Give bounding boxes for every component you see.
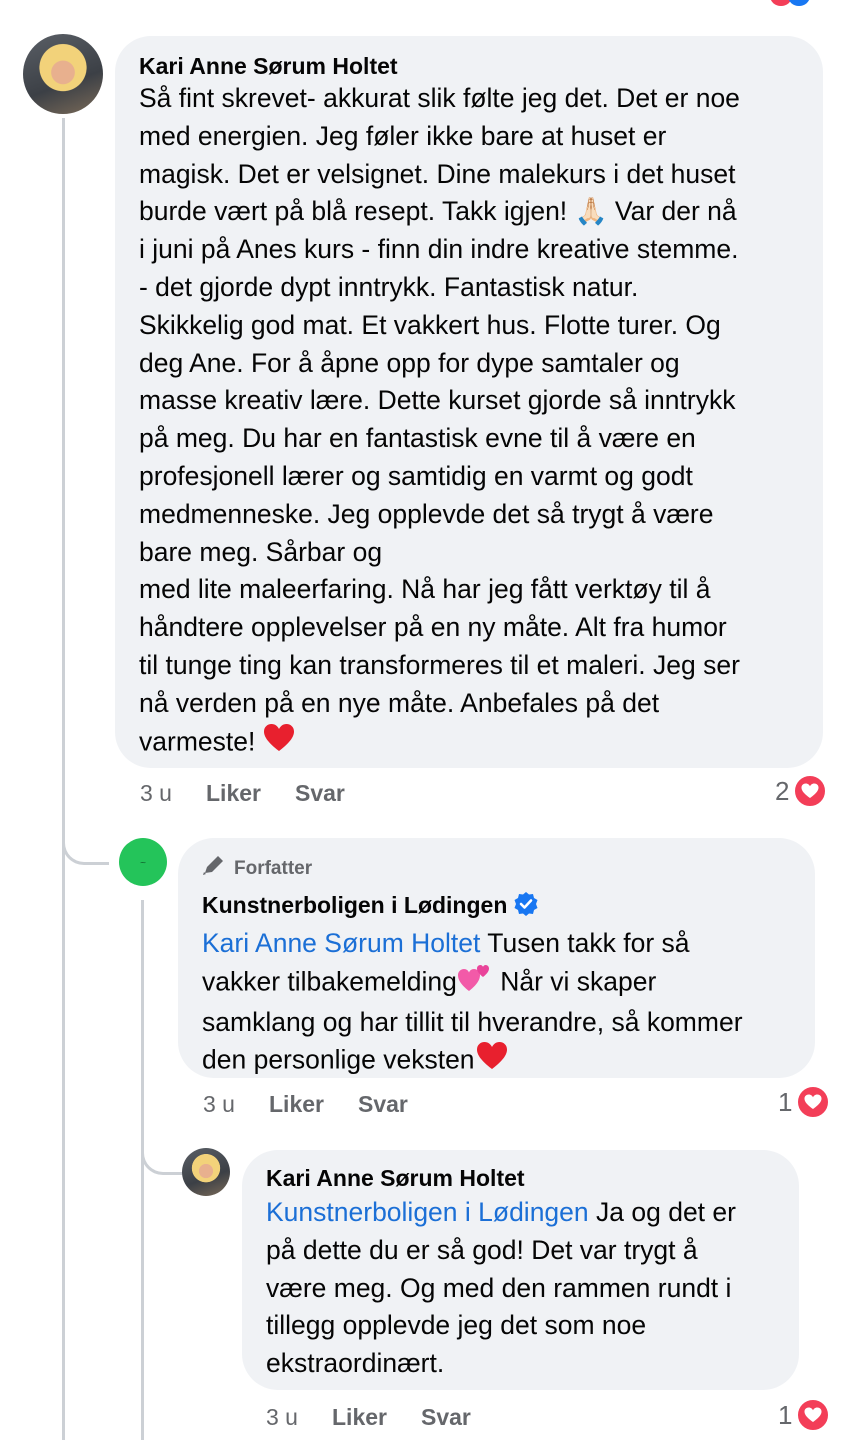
reply-text: Kari Anne Sørum Holtet Tusen takk for så…	[202, 925, 791, 1082]
thread-line-main	[62, 118, 65, 1440]
avatar[interactable]	[182, 1148, 230, 1196]
reply-author[interactable]: Kunstnerboligen i Lødingen	[202, 891, 791, 923]
thread-curve	[62, 820, 109, 865]
reply-author-name[interactable]: Kunstnerboligen i Lødingen	[202, 892, 507, 918]
like-button[interactable]: Liker	[332, 1404, 421, 1431]
reply-button[interactable]: Svar	[421, 1404, 471, 1431]
author-badge-label: Forfatter	[234, 857, 313, 879]
red-heart-emoji-icon	[263, 723, 295, 764]
reaction-summary[interactable]: 2	[775, 774, 828, 808]
red-heart-emoji-icon	[475, 1041, 509, 1082]
reply-bubble: Kari Anne Sørum Holtet Kunstnerboligen i…	[242, 1150, 799, 1390]
thread-curve-nested	[141, 1130, 182, 1175]
heart-icon	[796, 1085, 831, 1119]
verified-badge-icon	[513, 891, 539, 923]
like-button[interactable]: Liker	[269, 1091, 358, 1118]
heart-icon	[796, 1398, 831, 1432]
reaction-count: 1	[778, 1086, 793, 1117]
comment-actions: 3 u Liker Svar	[140, 780, 345, 807]
page-avatar[interactable]: ~	[119, 838, 167, 886]
pencil-icon	[202, 854, 226, 883]
reply-button[interactable]: Svar	[295, 780, 345, 807]
mention-link[interactable]: Kunstnerboligen i Lødingen	[266, 1197, 589, 1227]
reply-button[interactable]: Svar	[358, 1091, 408, 1118]
author-badge: Forfatter	[202, 854, 791, 883]
like-button[interactable]: Liker	[206, 780, 295, 807]
reaction-count: 1	[778, 1399, 793, 1430]
sparkling-hearts-emoji-icon	[457, 963, 493, 1004]
reply-text: Kunstnerboligen i Lødingen Ja og det er …	[266, 1194, 775, 1383]
reaction-summary[interactable]: 1	[778, 1085, 831, 1119]
reaction-summary[interactable]: 1	[778, 1398, 831, 1432]
comment-bubble: Kari Anne Sørum Holtet Så fint skrevet- …	[115, 36, 823, 768]
reply-time: 3 u	[266, 1404, 298, 1430]
reply-time: 3 u	[203, 1091, 235, 1117]
comment-text: Så fint skrevet- akkurat slik følte jeg …	[139, 80, 799, 763]
reply-author[interactable]: Kari Anne Sørum Holtet	[266, 1164, 775, 1192]
comment-author[interactable]: Kari Anne Sørum Holtet	[139, 52, 799, 80]
reaction-count: 2	[775, 775, 790, 806]
reply-actions: 3 u Liker Svar	[203, 1091, 408, 1118]
page-logo-icon: ~	[139, 857, 147, 867]
avatar[interactable]	[23, 34, 103, 114]
top-reactions-partial	[770, 0, 830, 6]
reply-bubble: Forfatter Kunstnerboligen i Lødingen Kar…	[178, 838, 815, 1078]
heart-icon	[793, 774, 828, 808]
thread-line-nested	[141, 900, 144, 1440]
reply-actions: 3 u Liker Svar	[266, 1404, 471, 1431]
comment-time: 3 u	[140, 780, 172, 806]
comment-text-body: Så fint skrevet- akkurat slik følte jeg …	[139, 83, 740, 756]
mention-link[interactable]: Kari Anne Sørum Holtet	[202, 928, 480, 958]
